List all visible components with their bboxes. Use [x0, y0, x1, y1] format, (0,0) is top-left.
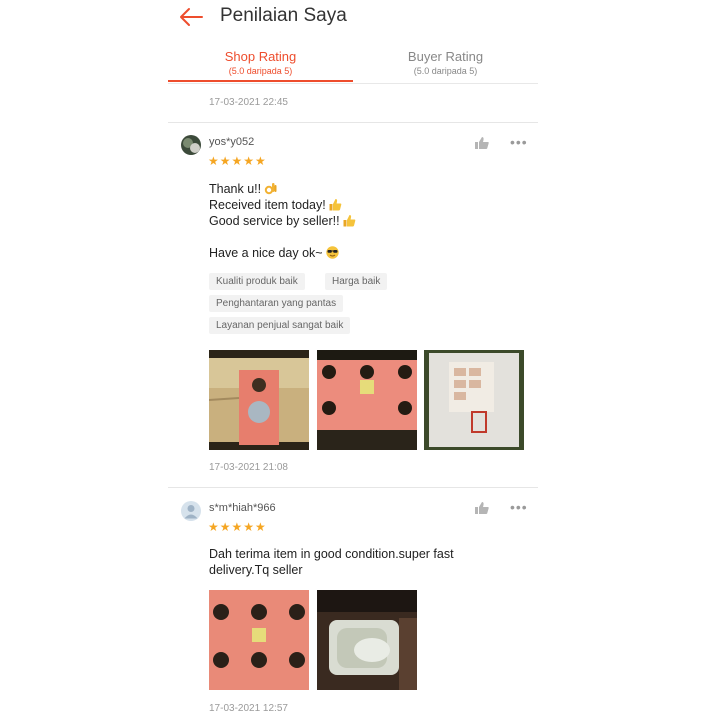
tab-sublabel: (5.0 daripada 5) [228, 66, 293, 76]
thumbs-up-icon [329, 198, 342, 211]
tab-shop-rating[interactable]: Shop Rating (5.0 daripada 5) [168, 44, 353, 84]
review-item: yos*y052 ••• ★★★★★ Thank u!! Received it… [168, 123, 538, 487]
comment-line: Have a nice day ok~ [209, 245, 356, 261]
review-tag[interactable]: Kualiti produk baik [209, 273, 305, 290]
ratings-page: Penilaian Saya Shop Rating (5.0 daripada… [168, 0, 538, 719]
review-comment: Thank u!! Received item today! Good serv… [209, 181, 356, 261]
review-tag[interactable]: Layanan penjual sangat baik [209, 317, 351, 334]
review-tag[interactable]: Penghantaran yang pantas [209, 295, 344, 312]
page-title: Penilaian Saya [220, 5, 347, 26]
avatar[interactable] [181, 135, 201, 155]
review-timestamp: 17-03-2021 22:45 [209, 97, 288, 108]
more-options-icon[interactable]: ••• [510, 135, 528, 149]
review-comment: Dah terima item in good condition.super … [209, 546, 454, 578]
review-photo[interactable] [424, 350, 524, 450]
review-photo[interactable] [209, 350, 309, 450]
rating-tabs: Shop Rating (5.0 daripada 5) Buyer Ratin… [168, 44, 538, 84]
avatar[interactable] [181, 501, 201, 521]
review-photo[interactable] [209, 590, 309, 690]
sunglasses-face-icon [325, 246, 339, 259]
comment-line: Good service by seller!! [209, 213, 356, 229]
thumbs-up-icon[interactable] [474, 136, 490, 150]
rating-stars: ★★★★★ [208, 154, 267, 168]
divider [168, 83, 538, 84]
tab-label: Shop Rating [224, 49, 297, 64]
tab-sublabel: (5.0 daripada 5) [413, 66, 478, 76]
comment-line: Received item today! [209, 197, 356, 213]
reviewer-username: s*m*hiah*966 [209, 502, 276, 514]
reviewer-username: yos*y052 [209, 136, 255, 148]
rating-stars: ★★★★★ [208, 520, 267, 534]
ok-hand-icon [264, 182, 277, 195]
app-header: Penilaian Saya [168, 0, 538, 40]
active-tab-indicator [168, 80, 353, 82]
review-photo[interactable] [317, 350, 417, 450]
thumbs-up-icon[interactable] [474, 501, 490, 515]
review-timestamp: 17-03-2021 12:57 [209, 703, 288, 714]
comment-line: Thank u!! [209, 181, 356, 197]
comment-line: delivery.Tq seller [209, 563, 303, 577]
review-photo[interactable] [317, 590, 417, 690]
review-item: s*m*hiah*966 ••• ★★★★★ Dah terima item i… [168, 488, 538, 719]
review-timestamp: 17-03-2021 21:08 [209, 462, 288, 473]
thumbs-up-icon [343, 214, 356, 227]
tab-label: Buyer Rating [407, 49, 484, 64]
more-options-icon[interactable]: ••• [510, 500, 528, 514]
tab-buyer-rating[interactable]: Buyer Rating (5.0 daripada 5) [353, 44, 538, 84]
review-tag[interactable]: Harga baik [325, 273, 388, 290]
back-arrow-icon[interactable] [178, 6, 204, 28]
comment-line: Dah terima item in good condition.super … [209, 547, 454, 561]
